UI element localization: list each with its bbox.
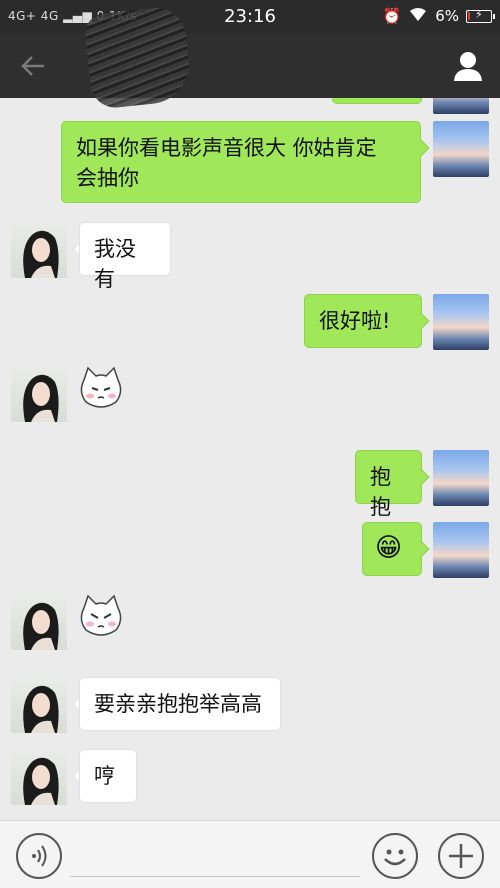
message-bubble-me[interactable]: 如果你看电影声音很大 你姑肯定 会抽你 bbox=[61, 121, 421, 203]
battery-percent: 6% bbox=[435, 7, 459, 25]
contact-avatar[interactable] bbox=[11, 594, 67, 650]
status-icons: ⏰ 6% ⚡ bbox=[382, 6, 495, 26]
blushing-cat-sticker[interactable] bbox=[78, 366, 124, 412]
battery-icon: ⚡ bbox=[466, 8, 495, 23]
chat-input-bar bbox=[0, 820, 500, 888]
grinning-emoji: 😁 bbox=[375, 533, 403, 563]
message-bubble-contact[interactable]: 哼 bbox=[79, 749, 137, 803]
my-avatar[interactable] bbox=[433, 450, 489, 506]
previous-message-bubble[interactable] bbox=[332, 98, 422, 104]
voice-icon bbox=[32, 845, 47, 867]
more-button[interactable] bbox=[438, 833, 484, 879]
my-avatar[interactable] bbox=[433, 98, 489, 114]
my-avatar[interactable] bbox=[433, 522, 489, 578]
contact-avatar[interactable] bbox=[11, 749, 67, 805]
smiley-icon bbox=[384, 849, 406, 866]
chat-profile-button[interactable] bbox=[450, 48, 486, 84]
girl-portrait-icon bbox=[23, 602, 59, 650]
status-bar: 4G+ 4G ▂▄▆ 0.1K/s 23:16 ⏰ 6% ⚡ bbox=[0, 0, 500, 34]
wifi-icon bbox=[408, 6, 428, 26]
message-text: 我没有 bbox=[94, 237, 136, 291]
chat-title-bar bbox=[0, 34, 500, 98]
contact-avatar[interactable] bbox=[11, 366, 67, 422]
message-text: 要亲亲抱抱举高高 bbox=[94, 692, 262, 716]
girl-portrait-icon bbox=[23, 374, 59, 422]
back-button[interactable] bbox=[14, 48, 54, 84]
message-text: 会抽你 bbox=[76, 166, 139, 190]
voice-button[interactable] bbox=[16, 833, 62, 879]
message-input[interactable] bbox=[70, 876, 360, 877]
message-bubble-contact[interactable]: 我没有 bbox=[79, 222, 171, 291]
plus-icon bbox=[449, 844, 473, 868]
message-text: 很好啦! bbox=[319, 309, 391, 333]
message-text: 如果你看电影声音很大 你姑肯定 bbox=[76, 136, 377, 160]
grumpy-cat-sticker[interactable] bbox=[78, 594, 124, 640]
girl-portrait-icon bbox=[23, 230, 59, 278]
girl-portrait-icon bbox=[23, 685, 59, 733]
my-avatar[interactable] bbox=[433, 121, 489, 177]
arrow-left-icon bbox=[21, 56, 44, 76]
emoji-button[interactable] bbox=[372, 833, 418, 879]
person-icon bbox=[454, 52, 482, 81]
alarm-icon: ⏰ bbox=[382, 7, 402, 25]
message-bubble-me[interactable]: 很好啦! bbox=[304, 294, 422, 348]
chat-message-list[interactable]: 如果你看电影声音很大 你姑肯定 会抽你 我没有 很好啦! 抱抱 😁 要亲亲抱抱举… bbox=[0, 98, 500, 820]
message-bubble-contact[interactable]: 要亲亲抱抱举高高 bbox=[79, 677, 281, 731]
message-text: 哼 bbox=[94, 764, 115, 788]
contact-avatar[interactable] bbox=[11, 677, 67, 733]
contact-avatar[interactable] bbox=[11, 222, 67, 278]
girl-portrait-icon bbox=[23, 757, 59, 805]
message-text: 抱抱 bbox=[370, 465, 391, 519]
my-avatar[interactable] bbox=[433, 294, 489, 350]
